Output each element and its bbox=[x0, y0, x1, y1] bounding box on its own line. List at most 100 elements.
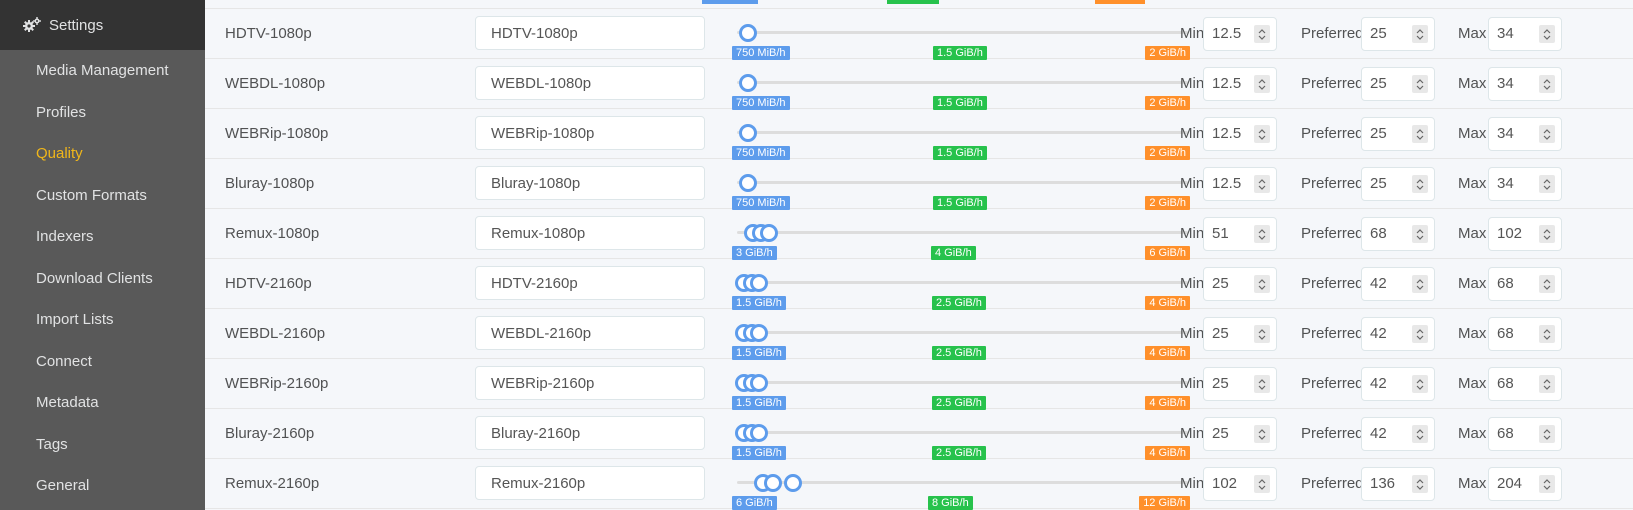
preferred-stepper-icon[interactable] bbox=[1412, 225, 1428, 243]
min-size-input[interactable]: 12.5 bbox=[1203, 167, 1277, 201]
sidebar-item-media-management[interactable]: Media Management bbox=[0, 50, 205, 92]
preferred-size-input[interactable]: 68 bbox=[1361, 217, 1435, 251]
slider-handle[interactable] bbox=[760, 224, 778, 242]
min-stepper-icon[interactable] bbox=[1254, 125, 1270, 143]
max-stepper-icon[interactable] bbox=[1539, 175, 1555, 193]
preferred-size-input[interactable]: 42 bbox=[1361, 317, 1435, 351]
max-size-input[interactable]: 34 bbox=[1488, 67, 1562, 101]
sidebar-item-connect[interactable]: Connect bbox=[0, 341, 205, 383]
preferred-stepper-icon[interactable] bbox=[1412, 175, 1428, 193]
preferred-stepper-icon[interactable] bbox=[1412, 325, 1428, 343]
max-stepper-icon[interactable] bbox=[1539, 75, 1555, 93]
size-range-slider[interactable]: 750 MiB/h 1.5 GiB/h 2 GiB/h bbox=[728, 67, 1198, 110]
size-range-slider[interactable]: 3 GiB/h 4 GiB/h 6 GiB/h bbox=[728, 217, 1198, 260]
size-range-slider[interactable]: 1.5 GiB/h 2.5 GiB/h 4 GiB/h bbox=[728, 417, 1198, 460]
sidebar-item-quality[interactable]: Quality bbox=[0, 133, 205, 175]
min-stepper-icon[interactable] bbox=[1254, 375, 1270, 393]
min-stepper-icon[interactable] bbox=[1254, 425, 1270, 443]
slider-track[interactable] bbox=[737, 381, 1188, 384]
size-range-slider[interactable]: 1.5 GiB/h 2.5 GiB/h 4 GiB/h bbox=[728, 367, 1198, 410]
sidebar-item-custom-formats[interactable]: Custom Formats bbox=[0, 175, 205, 217]
quality-title-input[interactable] bbox=[475, 16, 705, 50]
preferred-stepper-icon[interactable] bbox=[1412, 275, 1428, 293]
max-stepper-icon[interactable] bbox=[1539, 275, 1555, 293]
min-stepper-icon[interactable] bbox=[1254, 325, 1270, 343]
slider-handle[interactable] bbox=[739, 124, 757, 142]
slider-track[interactable] bbox=[737, 31, 1188, 34]
slider-track[interactable] bbox=[737, 331, 1188, 334]
min-stepper-icon[interactable] bbox=[1254, 75, 1270, 93]
sidebar-section-settings[interactable]: Settings bbox=[0, 0, 205, 50]
slider-track[interactable] bbox=[737, 231, 1188, 234]
size-range-slider[interactable]: 6 GiB/h 8 GiB/h 12 GiB/h bbox=[728, 467, 1198, 510]
size-range-slider[interactable]: 750 MiB/h 1.5 GiB/h 2 GiB/h bbox=[728, 117, 1198, 160]
max-size-input[interactable]: 102 bbox=[1488, 217, 1562, 251]
slider-track[interactable] bbox=[737, 281, 1188, 284]
slider-track[interactable] bbox=[737, 181, 1188, 184]
slider-handle[interactable] bbox=[750, 274, 768, 292]
quality-title-input[interactable] bbox=[475, 266, 705, 300]
sidebar-item-general[interactable]: General bbox=[0, 465, 205, 507]
max-stepper-icon[interactable] bbox=[1539, 225, 1555, 243]
preferred-stepper-icon[interactable] bbox=[1412, 425, 1428, 443]
min-size-input[interactable]: 102 bbox=[1203, 467, 1277, 501]
slider-handle[interactable] bbox=[750, 374, 768, 392]
max-stepper-icon[interactable] bbox=[1539, 325, 1555, 343]
preferred-size-input[interactable]: 25 bbox=[1361, 117, 1435, 151]
quality-title-input[interactable] bbox=[475, 66, 705, 100]
quality-title-input[interactable] bbox=[475, 116, 705, 150]
quality-title-input[interactable] bbox=[475, 216, 705, 250]
min-size-input[interactable]: 12.5 bbox=[1203, 117, 1277, 151]
quality-title-input[interactable] bbox=[475, 366, 705, 400]
preferred-size-input[interactable]: 25 bbox=[1361, 67, 1435, 101]
max-size-input[interactable]: 68 bbox=[1488, 367, 1562, 401]
max-size-input[interactable]: 34 bbox=[1488, 117, 1562, 151]
preferred-size-input[interactable]: 42 bbox=[1361, 267, 1435, 301]
preferred-stepper-icon[interactable] bbox=[1412, 475, 1428, 493]
min-stepper-icon[interactable] bbox=[1254, 175, 1270, 193]
max-stepper-icon[interactable] bbox=[1539, 425, 1555, 443]
sidebar-item-metadata[interactable]: Metadata bbox=[0, 382, 205, 424]
sidebar-item-tags[interactable]: Tags bbox=[0, 424, 205, 466]
sidebar-item-indexers[interactable]: Indexers bbox=[0, 216, 205, 258]
preferred-stepper-icon[interactable] bbox=[1412, 25, 1428, 43]
preferred-size-input[interactable]: 25 bbox=[1361, 17, 1435, 51]
quality-title-input[interactable] bbox=[475, 316, 705, 350]
preferred-stepper-icon[interactable] bbox=[1412, 75, 1428, 93]
slider-track[interactable] bbox=[737, 131, 1188, 134]
slider-handle[interactable] bbox=[739, 74, 757, 92]
slider-handle[interactable] bbox=[784, 474, 802, 492]
min-size-input[interactable]: 25 bbox=[1203, 367, 1277, 401]
preferred-size-input[interactable]: 42 bbox=[1361, 367, 1435, 401]
max-stepper-icon[interactable] bbox=[1539, 475, 1555, 493]
size-range-slider[interactable]: 750 MiB/h 1.5 GiB/h 2 GiB/h bbox=[728, 167, 1198, 210]
quality-title-input[interactable] bbox=[475, 166, 705, 200]
min-stepper-icon[interactable] bbox=[1254, 475, 1270, 493]
max-size-input[interactable]: 34 bbox=[1488, 17, 1562, 51]
preferred-size-input[interactable]: 25 bbox=[1361, 167, 1435, 201]
quality-title-input[interactable] bbox=[475, 416, 705, 450]
max-size-input[interactable]: 68 bbox=[1488, 267, 1562, 301]
slider-handle[interactable] bbox=[750, 324, 768, 342]
sidebar-item-download-clients[interactable]: Download Clients bbox=[0, 258, 205, 300]
min-stepper-icon[interactable] bbox=[1254, 275, 1270, 293]
max-stepper-icon[interactable] bbox=[1539, 375, 1555, 393]
preferred-size-input[interactable]: 136 bbox=[1361, 467, 1435, 501]
slider-track[interactable] bbox=[737, 431, 1188, 434]
max-size-input[interactable]: 204 bbox=[1488, 467, 1562, 501]
sidebar-item-profiles[interactable]: Profiles bbox=[0, 92, 205, 134]
size-range-slider[interactable]: 750 MiB/h 1.5 GiB/h 2 GiB/h bbox=[728, 17, 1198, 60]
slider-handle[interactable] bbox=[750, 424, 768, 442]
preferred-stepper-icon[interactable] bbox=[1412, 125, 1428, 143]
min-size-input[interactable]: 25 bbox=[1203, 417, 1277, 451]
slider-handle[interactable] bbox=[739, 24, 757, 42]
size-range-slider[interactable]: 1.5 GiB/h 2.5 GiB/h 4 GiB/h bbox=[728, 317, 1198, 360]
quality-title-input[interactable] bbox=[475, 466, 705, 500]
size-range-slider[interactable]: 1.5 GiB/h 2.5 GiB/h 4 GiB/h bbox=[728, 267, 1198, 310]
min-stepper-icon[interactable] bbox=[1254, 25, 1270, 43]
min-size-input[interactable]: 25 bbox=[1203, 267, 1277, 301]
sidebar-item-import-lists[interactable]: Import Lists bbox=[0, 299, 205, 341]
max-size-input[interactable]: 68 bbox=[1488, 317, 1562, 351]
min-size-input[interactable]: 25 bbox=[1203, 317, 1277, 351]
slider-handle[interactable] bbox=[739, 174, 757, 192]
